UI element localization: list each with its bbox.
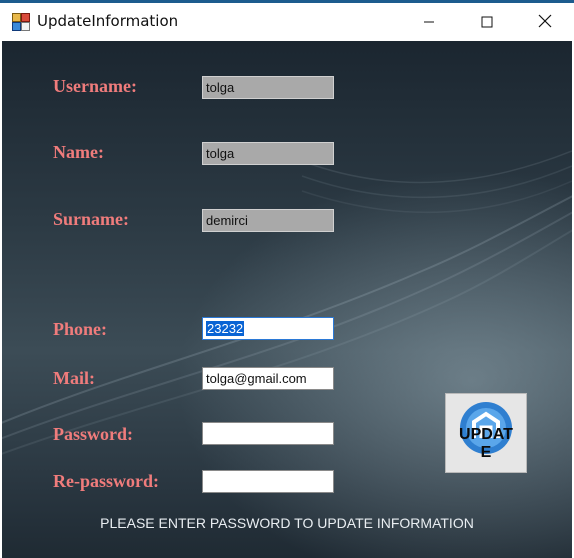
mail-field[interactable]: tolga@gmail.com xyxy=(202,367,334,390)
surname-field[interactable]: demirci xyxy=(202,209,334,232)
maximize-icon xyxy=(481,13,493,32)
password-label: Password: xyxy=(53,424,133,444)
repassword-field[interactable] xyxy=(202,470,334,493)
window-title: UpdateInformation xyxy=(37,12,179,30)
surname-label: Surname: xyxy=(53,209,129,229)
footer-message: PLEASE ENTER PASSWORD TO UPDATE INFORMAT… xyxy=(100,515,474,531)
form-background: Username: tolga Name: tolga Surname: dem… xyxy=(2,41,572,558)
phone-label: Phone: xyxy=(53,319,107,339)
username-label: Username: xyxy=(53,76,137,96)
update-information-window: UpdateInformation Username: tolga Name: … xyxy=(0,0,574,558)
repassword-label: Re-password: xyxy=(53,471,159,491)
update-button-label: UPDATE xyxy=(459,426,513,461)
minimize-button[interactable] xyxy=(400,3,458,41)
app-window-icon xyxy=(12,13,30,31)
name-field[interactable]: tolga xyxy=(202,142,334,165)
mail-label: Mail: xyxy=(53,368,95,388)
minimize-icon xyxy=(423,13,435,32)
phone-field[interactable]: 23232 xyxy=(202,317,334,340)
password-field[interactable] xyxy=(202,422,334,445)
update-button[interactable]: UPDATE xyxy=(445,393,527,473)
phone-field-value: 23232 xyxy=(206,321,245,336)
maximize-button[interactable] xyxy=(458,3,516,41)
title-bar[interactable]: UpdateInformation xyxy=(0,3,574,41)
close-button[interactable] xyxy=(516,3,574,41)
name-label: Name: xyxy=(53,142,104,162)
close-icon xyxy=(538,13,552,32)
username-field[interactable]: tolga xyxy=(202,76,334,99)
